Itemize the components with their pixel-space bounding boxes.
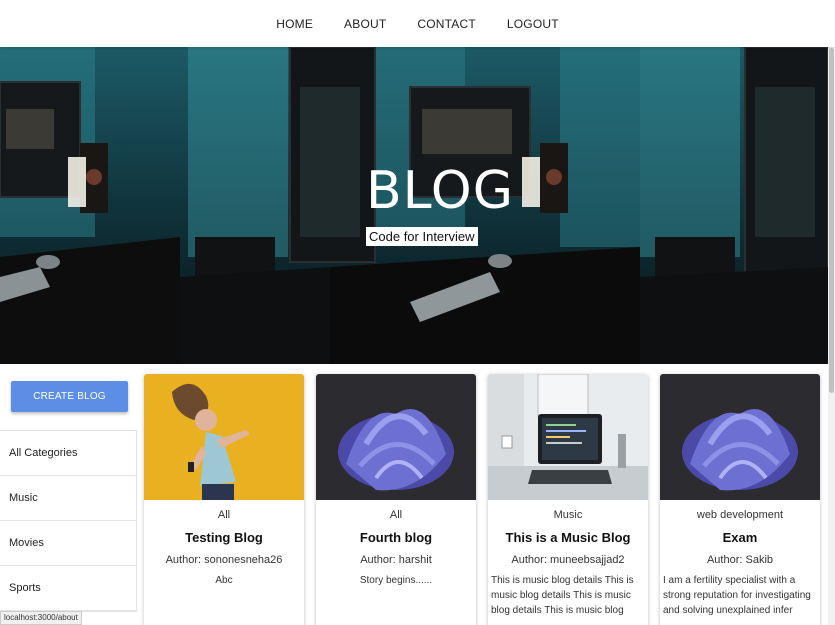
post-description: Abc — [215, 575, 233, 586]
category-music[interactable]: Music — [0, 476, 136, 521]
post-image — [316, 374, 476, 500]
blog-card[interactable]: web development Exam Author: Sakib I am … — [660, 374, 820, 625]
status-url-tooltip: localhost:3000/about — [0, 611, 82, 625]
category-movies[interactable]: Movies — [0, 521, 136, 566]
post-title: Fourth blog — [359, 530, 433, 545]
post-category: web development — [696, 509, 784, 521]
category-all[interactable]: All Categories — [0, 431, 136, 476]
post-title: Testing Blog — [185, 530, 263, 545]
post-image — [660, 374, 820, 500]
scrollbar-thumb[interactable] — [829, 48, 834, 393]
blog-card[interactable]: All Testing Blog Author: sononesneha26 A… — [144, 374, 304, 625]
category-list: All Categories Music Movies Sports — [0, 430, 137, 612]
post-title: This is a Music Blog — [505, 530, 631, 545]
post-description: Story begins...... — [359, 575, 433, 586]
post-author: Author: muneebsajjad2 — [511, 554, 625, 566]
post-description: I am a fertility specialist with a stron… — [663, 575, 811, 616]
nav-logout-link[interactable]: LOGOUT — [507, 17, 559, 31]
banner-subtitle: Code for Interview — [366, 227, 478, 246]
post-description: This is music blog details This is music… — [491, 575, 634, 616]
create-blog-button[interactable]: CREATE BLOG — [11, 381, 128, 412]
nav-home-link[interactable]: HOME — [276, 17, 313, 31]
post-title: Exam — [722, 530, 758, 545]
nav-about-link[interactable]: ABOUT — [344, 17, 386, 31]
hero-banner: BLOG Code for Interview — [0, 47, 828, 364]
post-author: Author: Sakib — [706, 554, 774, 566]
top-nav: HOME ABOUT CONTACT LOGOUT — [0, 0, 835, 47]
blog-card[interactable]: All Fourth blog Author: harshit Story be… — [316, 374, 476, 625]
banner-title: BLOG — [366, 161, 515, 221]
page-scrollbar[interactable] — [828, 0, 835, 625]
post-category: All — [389, 509, 403, 521]
category-sports[interactable]: Sports — [0, 566, 136, 611]
post-category: All — [217, 509, 231, 521]
post-author: Author: harshit — [360, 554, 432, 566]
blog-card[interactable]: Music This is a Music Blog Author: munee… — [488, 374, 648, 625]
post-category: Music — [553, 509, 583, 521]
post-author: Author: sononesneha26 — [165, 554, 283, 566]
post-image — [144, 374, 304, 500]
nav-contact-link[interactable]: CONTACT — [417, 17, 476, 31]
post-image — [488, 374, 648, 500]
